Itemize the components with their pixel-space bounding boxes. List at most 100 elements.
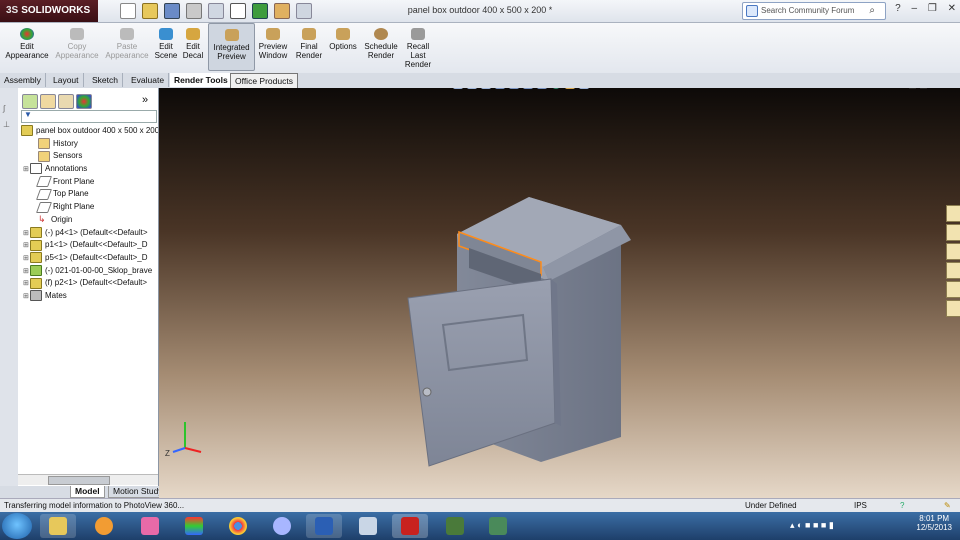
- minimize-icon[interactable]: –: [912, 3, 918, 14]
- tray-app-icon[interactable]: ■: [813, 520, 818, 530]
- tree-item-sklop-brave[interactable]: ⊞ (-) 021-01-00-00_Sklop_brave: [18, 264, 158, 278]
- tab-assembly[interactable]: Assembly: [0, 73, 46, 87]
- taskbar-app-pink[interactable]: [132, 514, 168, 538]
- notifications-icon[interactable]: ✎: [944, 501, 951, 510]
- expand-icon[interactable]: ⊞: [23, 240, 30, 252]
- integrated-preview-button[interactable]: Integrated Preview: [208, 23, 255, 71]
- tree-item-sensors[interactable]: Sensors: [18, 150, 158, 163]
- tree-item-p4[interactable]: ⊞ (-) p4<1> (Default<<Default>: [18, 226, 158, 240]
- taskbar-app-paint[interactable]: [176, 514, 212, 538]
- view-palette-tab-icon[interactable]: [946, 262, 960, 279]
- tree-filter[interactable]: ▼: [21, 110, 157, 123]
- show-hidden-icons[interactable]: ▴: [790, 520, 795, 530]
- search-input[interactable]: Search Community Forum: [761, 6, 854, 15]
- button-label: Edit Decal: [182, 42, 204, 60]
- clock-time: 8:01 PM: [919, 514, 950, 523]
- network-icon[interactable]: ▮: [829, 520, 834, 530]
- custom-properties-tab-icon[interactable]: [946, 300, 960, 317]
- expand-icon[interactable]: ⊞: [23, 291, 30, 303]
- taskbar-media-player[interactable]: [86, 514, 122, 538]
- paste-appearance-icon: [120, 28, 134, 40]
- appearance-icon: [20, 28, 34, 40]
- resources-tab-icon[interactable]: [946, 205, 960, 222]
- close-icon[interactable]: ✕: [948, 3, 956, 14]
- scroll-thumb[interactable]: [48, 476, 110, 485]
- panel-horizontal-scrollbar[interactable]: [18, 474, 158, 485]
- model-render[interactable]: [159, 88, 960, 498]
- taskbar-app-green[interactable]: [437, 514, 473, 538]
- tree-item-front-plane[interactable]: Front Plane: [18, 176, 158, 189]
- rebuild-status-icon[interactable]: ?: [900, 501, 904, 510]
- word-icon: [315, 517, 333, 535]
- tree-item-history[interactable]: History: [18, 138, 158, 151]
- plane-icon: [35, 201, 53, 213]
- property-manager-tab-icon[interactable]: [40, 94, 56, 109]
- taskbar-explorer[interactable]: [40, 514, 76, 538]
- tab-office-products[interactable]: Office Products: [230, 73, 298, 89]
- tree-item-p2[interactable]: ⊞ (f) p2<1> (Default<<Default>: [18, 277, 158, 290]
- display-manager-tab-icon[interactable]: [76, 94, 92, 109]
- button-label: Paste Appearance: [105, 42, 149, 60]
- design-library-tab-icon[interactable]: [946, 224, 960, 241]
- expand-icon[interactable]: ⊞: [23, 278, 30, 290]
- recall-last-render-button[interactable]: Recall Last Render: [403, 26, 433, 69]
- plane-icon: [35, 188, 53, 200]
- paint-icon: [185, 517, 203, 535]
- schedule-render-button[interactable]: Schedule Render: [362, 26, 400, 60]
- file-explorer-tab-icon[interactable]: [946, 243, 960, 260]
- tree-item-right-plane[interactable]: Right Plane: [18, 201, 158, 214]
- help-icon[interactable]: ?: [895, 3, 901, 14]
- taskbar-app-file[interactable]: [350, 514, 386, 538]
- feature-tree-tab-icon[interactable]: [22, 94, 38, 109]
- search-scope-icon[interactable]: [746, 5, 758, 17]
- copy-appearance-button[interactable]: Copy Appearance: [54, 26, 100, 60]
- tree-item-annotations[interactable]: ⊞ Annotations: [18, 163, 158, 176]
- edit-decal-button[interactable]: Edit Decal: [181, 26, 205, 60]
- dimension-icon[interactable]: ⊥: [3, 120, 15, 130]
- start-button[interactable]: [2, 513, 32, 539]
- tray-app-icon[interactable]: ■: [805, 520, 810, 530]
- clock[interactable]: 8:01 PM 12/5/2013: [916, 514, 952, 532]
- tab-model[interactable]: Model: [70, 486, 105, 498]
- expand-icon[interactable]: ⊞: [23, 164, 30, 176]
- configuration-tab-icon[interactable]: [58, 94, 74, 109]
- tree-item-p1[interactable]: ⊞ p1<1> (Default<<Default>_D: [18, 239, 158, 252]
- tree-item-assembly[interactable]: panel box outdoor 400 x 500 x 200: [18, 125, 158, 138]
- decal-icon: [186, 28, 200, 40]
- search-icon[interactable]: ⌕: [869, 5, 875, 16]
- expand-icon[interactable]: ⊞: [23, 253, 30, 265]
- graphics-viewport[interactable]: ▣ ▣ – ❐ ✕ Z: [159, 88, 960, 498]
- edit-appearance-button[interactable]: Edit Appearance: [4, 26, 50, 60]
- tree-item-top-plane[interactable]: Top Plane: [18, 188, 158, 201]
- taskbar-solidworks[interactable]: [392, 514, 428, 538]
- edit-scene-button[interactable]: Edit Scene: [154, 26, 178, 60]
- taskbar-app-green-2[interactable]: [480, 514, 516, 538]
- expand-panel-icon[interactable]: »: [142, 94, 156, 107]
- tree-item-mates[interactable]: ⊞ Mates: [18, 290, 158, 303]
- tree-item-p5[interactable]: ⊞ p5<1> (Default<<Default>_D: [18, 252, 158, 265]
- paste-appearance-button[interactable]: Paste Appearance: [104, 26, 150, 60]
- tree-item-origin[interactable]: ↳ Origin: [18, 214, 158, 227]
- tab-sketch[interactable]: Sketch: [88, 73, 123, 87]
- taskbar-word[interactable]: [306, 514, 342, 538]
- tab-evaluate[interactable]: Evaluate: [127, 73, 170, 87]
- tab-layout[interactable]: Layout: [49, 73, 84, 87]
- options-button[interactable]: Options: [327, 26, 359, 51]
- expand-icon[interactable]: ⊞: [23, 228, 30, 240]
- status-message: Transferring model information to PhotoV…: [4, 501, 185, 510]
- tab-render-tools[interactable]: Render Tools: [170, 73, 233, 87]
- search-box[interactable]: Search Community Forum ⌕: [742, 2, 886, 20]
- final-render-button[interactable]: Final Render: [294, 26, 324, 60]
- tray-app-icon[interactable]: ■: [821, 520, 826, 530]
- filter-icon[interactable]: ▼: [24, 110, 32, 119]
- status-units[interactable]: IPS: [854, 501, 867, 510]
- taskbar-messenger[interactable]: [264, 514, 300, 538]
- sketch-icon[interactable]: ∫: [3, 104, 15, 114]
- restore-icon[interactable]: ❐: [928, 3, 937, 14]
- expand-icon[interactable]: ⊞: [23, 266, 30, 278]
- history-icon: [38, 138, 50, 150]
- appearances-tab-icon[interactable]: [946, 281, 960, 298]
- taskbar-chrome[interactable]: [220, 514, 256, 538]
- preview-window-button[interactable]: Preview Window: [256, 26, 290, 60]
- volume-icon[interactable]: ◐: [797, 520, 802, 530]
